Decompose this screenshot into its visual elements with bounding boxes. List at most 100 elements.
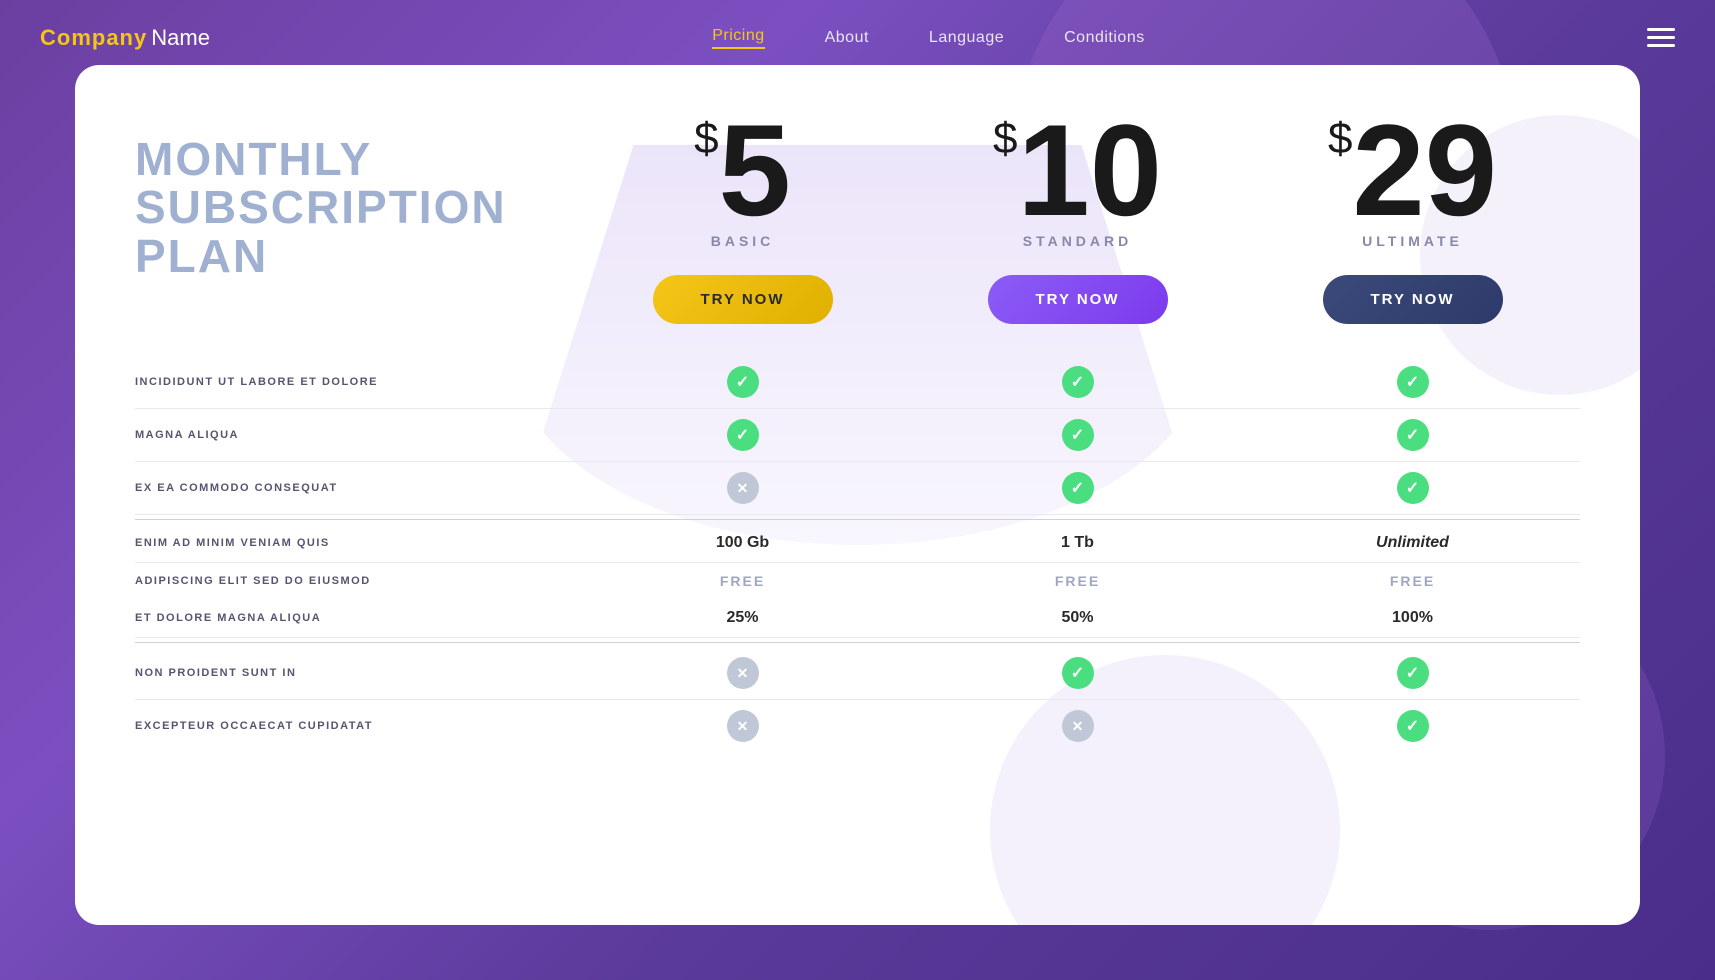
feature-ultimate-s1: Unlimited xyxy=(1293,534,1533,552)
plan-name-ultimate: ULTIMATE xyxy=(1362,233,1463,249)
check-icon xyxy=(727,366,759,398)
title-section: MONTHLY SUBSCRIPTION PLAN xyxy=(135,105,575,280)
feature-row-1: INCIDIDUNT UT LABORE ET DOLORE xyxy=(135,356,1580,409)
nav-language[interactable]: Language xyxy=(929,29,1004,47)
feature-standard-s2: FREE xyxy=(958,573,1198,589)
check-icon xyxy=(1397,657,1429,689)
cross-icon xyxy=(727,657,759,689)
value-basic-s1: 100 Gb xyxy=(716,534,769,552)
check-icon xyxy=(1397,710,1429,742)
feature-ultimate-2 xyxy=(1293,419,1533,451)
value-ultimate-s2: FREE xyxy=(1390,573,1435,589)
plan-ultimate: $ 29 ULTIMATE TRY NOW xyxy=(1293,105,1533,324)
top-section: MONTHLY SUBSCRIPTION PLAN $ 5 BASIC TRY … xyxy=(135,105,1580,324)
feature-label-3: EX EA COMMODO CONSEQUAT xyxy=(135,482,575,494)
feature-standard-b1 xyxy=(958,657,1198,689)
feature-values-s1: 100 Gb 1 Tb Unlimited xyxy=(575,534,1580,552)
feature-row-2: MAGNA ALIQUA xyxy=(135,409,1580,462)
check-icon xyxy=(1397,419,1429,451)
feature-basic-3 xyxy=(623,472,863,504)
hamburger-menu[interactable] xyxy=(1647,28,1675,47)
card-content: MONTHLY SUBSCRIPTION PLAN $ 5 BASIC TRY … xyxy=(75,65,1640,925)
plan-basic: $ 5 BASIC TRY NOW xyxy=(623,105,863,324)
plan-name-basic: BASIC xyxy=(711,233,775,249)
feature-values-s3: 25% 50% 100% xyxy=(575,609,1580,627)
value-standard-s3: 50% xyxy=(1061,609,1093,627)
feature-standard-s1: 1 Tb xyxy=(958,534,1198,552)
price-symbol-ultimate: $ xyxy=(1328,117,1352,161)
plan-standard: $ 10 STANDARD TRY NOW xyxy=(958,105,1198,324)
feature-row-storage3: ET DOLORE MAGNA ALIQUA 25% 50% 100% xyxy=(135,599,1580,638)
feature-label-b1: NON PROIDENT SUNT IN xyxy=(135,667,575,679)
price-ultimate: $ 29 xyxy=(1328,105,1497,235)
feature-basic-b2 xyxy=(623,710,863,742)
value-basic-s3: 25% xyxy=(726,609,758,627)
feature-basic-1 xyxy=(623,366,863,398)
value-standard-s2: FREE xyxy=(1055,573,1100,589)
feature-label-s3: ET DOLORE MAGNA ALIQUA xyxy=(135,612,575,624)
feature-ultimate-3 xyxy=(1293,472,1533,504)
feature-row-storage1: ENIM AD MINIM VENIAM QUIS 100 Gb 1 Tb Un… xyxy=(135,519,1580,563)
feature-basic-b1 xyxy=(623,657,863,689)
check-icon xyxy=(1062,419,1094,451)
pricing-columns: $ 5 BASIC TRY NOW $ 10 STANDARD TRY NOW xyxy=(575,105,1580,324)
feature-values-s2: FREE FREE FREE xyxy=(575,573,1580,589)
price-amount-standard: 10 xyxy=(1017,105,1162,235)
price-symbol-basic: $ xyxy=(694,117,718,161)
check-icon xyxy=(1397,472,1429,504)
price-amount-ultimate: 29 xyxy=(1352,105,1497,235)
logo-company: Company xyxy=(40,25,147,51)
try-now-basic[interactable]: TRY NOW xyxy=(653,275,833,324)
value-standard-s1: 1 Tb xyxy=(1061,534,1094,552)
feature-values-3 xyxy=(575,472,1580,504)
feature-basic-s3: 25% xyxy=(623,609,863,627)
price-symbol-standard: $ xyxy=(993,117,1017,161)
feature-standard-s3: 50% xyxy=(958,609,1198,627)
main-card: MONTHLY SUBSCRIPTION PLAN $ 5 BASIC TRY … xyxy=(75,65,1640,925)
try-now-ultimate[interactable]: TRY NOW xyxy=(1323,275,1503,324)
nav-pricing[interactable]: Pricing xyxy=(712,27,764,49)
value-ultimate-s3: 100% xyxy=(1392,609,1433,627)
feature-ultimate-s2: FREE xyxy=(1293,573,1533,589)
feature-standard-2 xyxy=(958,419,1198,451)
navbar: Company Name Pricing About Language Cond… xyxy=(0,0,1715,75)
feature-row-3: EX EA COMMODO CONSEQUAT xyxy=(135,462,1580,515)
logo: Company Name xyxy=(40,25,210,51)
feature-standard-1 xyxy=(958,366,1198,398)
value-ultimate-s1: Unlimited xyxy=(1376,534,1449,552)
try-now-standard[interactable]: TRY NOW xyxy=(988,275,1168,324)
check-icon xyxy=(727,419,759,451)
feature-ultimate-s3: 100% xyxy=(1293,609,1533,627)
nav-conditions[interactable]: Conditions xyxy=(1064,29,1145,47)
feature-standard-3 xyxy=(958,472,1198,504)
feature-ultimate-b1 xyxy=(1293,657,1533,689)
price-standard: $ 10 xyxy=(993,105,1162,235)
features-table: INCIDIDUNT UT LABORE ET DOLORE MAGNA ALI… xyxy=(135,356,1580,885)
check-icon xyxy=(1062,472,1094,504)
check-icon xyxy=(1062,366,1094,398)
feature-values-1 xyxy=(575,366,1580,398)
cross-icon xyxy=(1062,710,1094,742)
feature-values-2 xyxy=(575,419,1580,451)
feature-values-b1 xyxy=(575,657,1580,689)
feature-label-2: MAGNA ALIQUA xyxy=(135,429,575,441)
feature-basic-s2: FREE xyxy=(623,573,863,589)
feature-row-b1: NON PROIDENT SUNT IN xyxy=(135,642,1580,700)
feature-label-1: INCIDIDUNT UT LABORE ET DOLORE xyxy=(135,376,575,388)
nav-about[interactable]: About xyxy=(825,29,869,47)
check-icon xyxy=(1397,366,1429,398)
cross-icon xyxy=(727,472,759,504)
feature-row-b2: EXCEPTEUR OCCAECAT CUPIDATAT xyxy=(135,700,1580,752)
monthly-title: MONTHLY SUBSCRIPTION PLAN xyxy=(135,135,575,280)
feature-values-b2 xyxy=(575,710,1580,742)
feature-basic-s1: 100 Gb xyxy=(623,534,863,552)
cross-icon xyxy=(727,710,759,742)
feature-label-s1: ENIM AD MINIM VENIAM QUIS xyxy=(135,537,575,549)
feature-standard-b2 xyxy=(958,710,1198,742)
feature-label-b2: EXCEPTEUR OCCAECAT CUPIDATAT xyxy=(135,720,575,732)
feature-basic-2 xyxy=(623,419,863,451)
feature-row-storage2: ADIPISCING ELIT SED DO EIUSMOD FREE FREE… xyxy=(135,563,1580,599)
price-basic: $ 5 xyxy=(694,105,791,235)
price-amount-basic: 5 xyxy=(719,105,791,235)
feature-ultimate-b2 xyxy=(1293,710,1533,742)
